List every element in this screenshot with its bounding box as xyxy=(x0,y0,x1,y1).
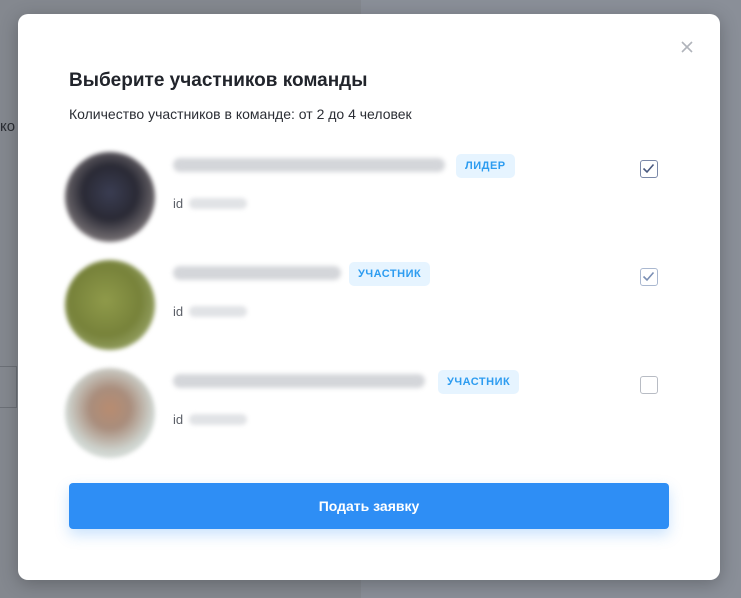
avatar xyxy=(65,260,155,350)
check-icon xyxy=(642,163,655,174)
role-badge: УЧАСТНИК xyxy=(349,262,431,286)
member-checkbox[interactable] xyxy=(640,268,658,286)
member-checkbox[interactable] xyxy=(640,160,658,178)
member-row: ЛИДЕР id xyxy=(65,152,685,244)
member-id-label: id xyxy=(173,412,184,427)
avatar xyxy=(65,368,155,458)
avatar xyxy=(65,152,155,242)
close-icon xyxy=(681,41,693,53)
close-button[interactable] xyxy=(678,38,696,56)
member-name-redacted xyxy=(173,374,425,388)
member-row: УЧАСТНИК id xyxy=(65,260,685,352)
member-id-redacted xyxy=(189,414,247,425)
member-name-redacted xyxy=(173,158,445,172)
member-id-label: id xyxy=(173,304,184,319)
backdrop-text: ко xyxy=(0,118,16,135)
member-checkbox[interactable] xyxy=(640,376,658,394)
backdrop-divider xyxy=(0,366,17,408)
member-row: УЧАСТНИК id xyxy=(65,368,685,460)
member-id-redacted xyxy=(189,198,247,209)
modal-subtitle: Количество участников в команде: от 2 до… xyxy=(69,106,412,122)
submit-application-button[interactable]: Подать заявку xyxy=(69,483,669,529)
member-id-label: id xyxy=(173,196,184,211)
member-id-redacted xyxy=(189,306,247,317)
role-badge: УЧАСТНИК xyxy=(438,370,520,394)
modal-title: Выберите участников команды xyxy=(69,70,368,91)
role-badge: ЛИДЕР xyxy=(456,154,515,178)
team-members-modal: Выберите участников команды Количество у… xyxy=(18,14,720,580)
member-name-redacted xyxy=(173,266,341,280)
check-icon xyxy=(642,271,655,282)
